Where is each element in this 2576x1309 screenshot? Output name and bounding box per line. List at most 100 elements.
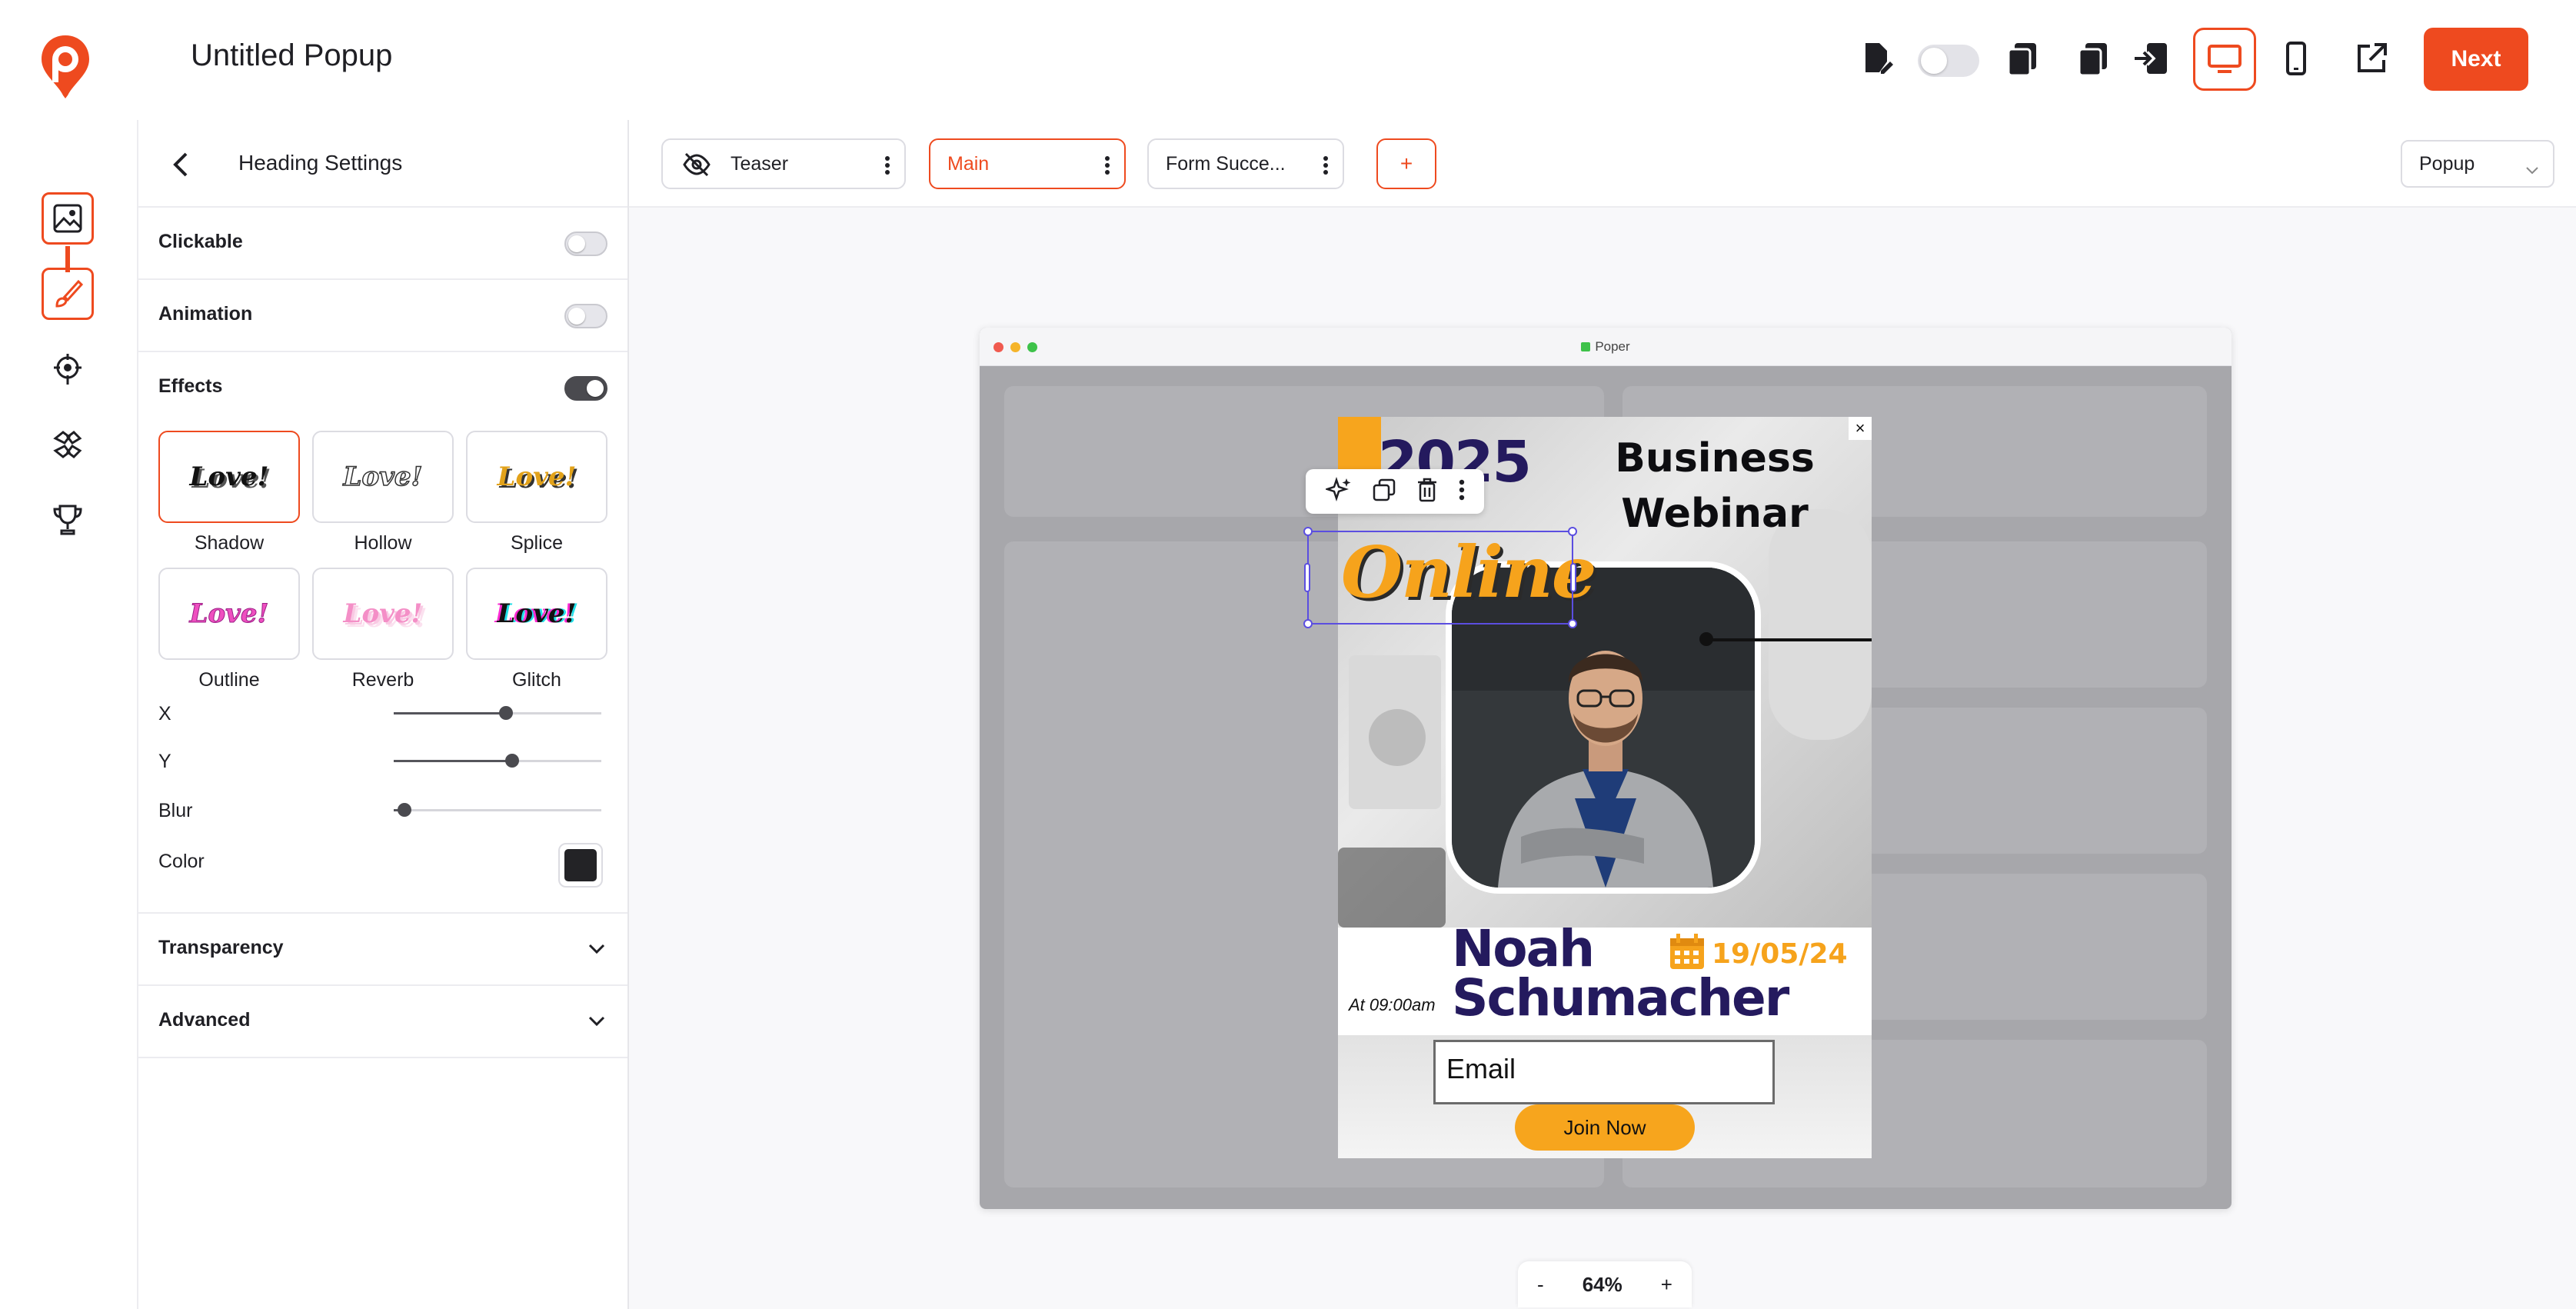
- accent-bar: [1338, 417, 1381, 471]
- duplicate-icon[interactable]: [1373, 478, 1396, 505]
- panel-header: Heading Settings: [138, 120, 627, 208]
- hand-shape: [1769, 509, 1872, 740]
- slider-knob[interactable]: [504, 754, 519, 768]
- popup-close-icon[interactable]: ×: [1849, 417, 1872, 440]
- color-label: Color: [158, 851, 205, 872]
- tab-main[interactable]: Main: [929, 138, 1126, 189]
- selected-element-outline: [1303, 527, 1577, 628]
- resize-handle[interactable]: [1570, 563, 1576, 592]
- effect-label: Hollow: [354, 532, 412, 554]
- color-row: Color: [158, 846, 607, 877]
- back-arrow-icon[interactable]: [166, 149, 197, 184]
- more-vertical-icon[interactable]: [1459, 479, 1465, 505]
- preview-toggle[interactable]: [1918, 45, 1979, 77]
- date-text: 19/05/24: [1712, 938, 1848, 970]
- effect-hollow-option[interactable]: Love!: [312, 431, 454, 523]
- ai-sparkle-icon[interactable]: [1323, 476, 1352, 507]
- effect-color-swatch[interactable]: [558, 843, 603, 888]
- targeting-icon[interactable]: [42, 343, 94, 395]
- display-type-select[interactable]: Popup: [2401, 140, 2554, 188]
- clickable-toggle[interactable]: [564, 231, 607, 256]
- tab-form-success[interactable]: Form Succe...: [1147, 138, 1344, 189]
- poster-title[interactable]: Business Webinar: [1569, 431, 1861, 541]
- edit-document-icon[interactable]: [1855, 37, 1898, 80]
- poper-logo[interactable]: [40, 34, 91, 98]
- animation-label: Animation: [158, 303, 253, 325]
- duplicate-icon[interactable]: [2072, 37, 2115, 80]
- more-vertical-icon[interactable]: [1323, 155, 1329, 181]
- event-time[interactable]: At 09:00am: [1349, 995, 1436, 1015]
- popup-title[interactable]: Untitled Popup: [191, 38, 392, 73]
- chevron-down-icon: [587, 1015, 606, 1031]
- x-label: X: [158, 703, 171, 724]
- tab-label: Form Succe...: [1166, 152, 1286, 175]
- resize-handle[interactable]: [1568, 619, 1577, 628]
- keyboard-shape: [1338, 848, 1446, 928]
- effect-outline-option[interactable]: Love!: [158, 568, 300, 660]
- advanced-row[interactable]: Advanced: [138, 986, 627, 1058]
- effects-section: Effects Love! Shadow Love! Hollow Love! …: [138, 352, 627, 914]
- slider-fill: [394, 712, 506, 714]
- blur-slider[interactable]: Blur: [158, 795, 607, 826]
- next-button[interactable]: Next: [2424, 28, 2528, 91]
- image-tool-icon[interactable]: [42, 192, 94, 245]
- transparency-row[interactable]: Transparency: [138, 914, 627, 986]
- resize-handle[interactable]: [1303, 619, 1313, 628]
- resize-handle[interactable]: [1303, 527, 1313, 536]
- zoom-control: - 64% +: [1518, 1261, 1692, 1307]
- slider-fill: [394, 760, 512, 762]
- trash-icon[interactable]: [1416, 478, 1438, 506]
- effect-splice-option[interactable]: Love!: [466, 431, 607, 523]
- brush-tool-icon[interactable]: [42, 268, 94, 320]
- resize-handle[interactable]: [1304, 563, 1310, 592]
- animation-row: Animation: [138, 280, 627, 352]
- pointer-dot: [1699, 632, 1713, 646]
- slider-knob[interactable]: [498, 706, 513, 720]
- effect-shadow-option[interactable]: Love!: [158, 431, 300, 523]
- eye-off-icon: [683, 152, 711, 182]
- advanced-label: Advanced: [158, 1009, 251, 1031]
- tab-teaser[interactable]: Teaser: [661, 138, 906, 189]
- join-now-button[interactable]: Join Now: [1515, 1104, 1695, 1151]
- add-step-button[interactable]: +: [1376, 138, 1436, 189]
- trophy-icon[interactable]: [42, 494, 94, 546]
- desktop-view-icon[interactable]: [2193, 28, 2256, 91]
- zoom-out-button[interactable]: -: [1537, 1273, 1544, 1297]
- zoom-level: 64%: [1582, 1272, 1622, 1296]
- more-vertical-icon[interactable]: [884, 155, 890, 181]
- y-offset-slider[interactable]: Y: [158, 746, 607, 777]
- effects-label: Effects: [158, 375, 223, 397]
- panel-title: Heading Settings: [238, 151, 403, 175]
- step-tabs-bar: Teaser Main Form Succe... + Popup: [629, 120, 2576, 208]
- mobile-view-icon[interactable]: [2275, 37, 2318, 80]
- transparency-label: Transparency: [158, 937, 284, 958]
- copy-icon[interactable]: [2001, 37, 2044, 80]
- browser-url: Poper: [980, 339, 2232, 355]
- element-toolbar: [1306, 469, 1484, 514]
- select-value: Popup: [2419, 152, 2475, 175]
- tab-label: Teaser: [731, 152, 789, 175]
- pointer-line: [1707, 638, 1872, 641]
- heading-settings-panel: Heading Settings Clickable Animation Eff…: [138, 120, 629, 1309]
- zoom-in-button[interactable]: +: [1661, 1273, 1672, 1297]
- left-rail: [0, 120, 138, 1309]
- calendar-icon: [1667, 932, 1707, 976]
- open-external-icon[interactable]: [2350, 37, 2393, 80]
- import-icon[interactable]: [2130, 37, 2173, 80]
- effects-toggle[interactable]: [564, 376, 607, 401]
- swatch-fill: [564, 849, 597, 881]
- clickable-row: Clickable: [138, 208, 627, 280]
- x-offset-slider[interactable]: X: [158, 698, 607, 729]
- animation-toggle[interactable]: [564, 304, 607, 328]
- effect-reverb-option[interactable]: Love!: [312, 568, 454, 660]
- effect-glitch-option[interactable]: Love!: [466, 568, 607, 660]
- integrations-icon[interactable]: [42, 418, 94, 471]
- slider-knob[interactable]: [397, 803, 411, 817]
- effect-label: Outline: [198, 669, 260, 691]
- email-input[interactable]: Email: [1433, 1040, 1775, 1104]
- more-vertical-icon[interactable]: [1104, 155, 1110, 181]
- effect-label: Reverb: [351, 669, 414, 691]
- effect-label: Glitch: [512, 669, 561, 691]
- resize-handle[interactable]: [1568, 527, 1577, 536]
- event-date[interactable]: 19/05/24: [1667, 932, 1848, 976]
